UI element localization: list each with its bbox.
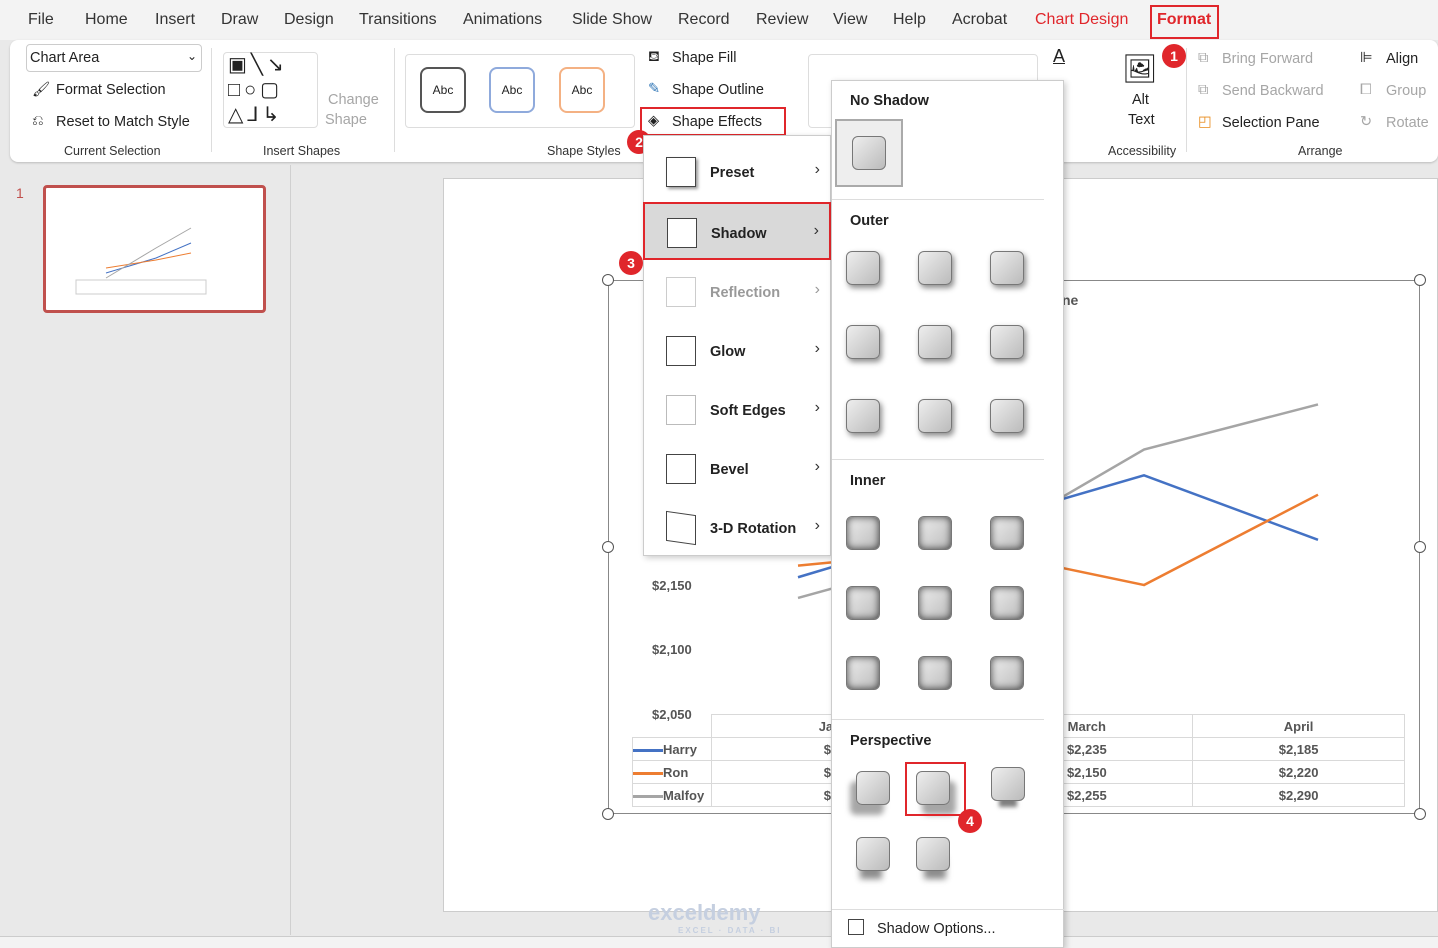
outer-shadow-option[interactable] [990, 399, 1024, 433]
preset-icon [666, 157, 696, 187]
step-badge: 4 [958, 809, 982, 833]
outer-shadow-option[interactable] [846, 251, 880, 285]
inner-shadow-option[interactable] [846, 516, 880, 550]
chevron-right-icon: › [814, 458, 820, 475]
step-badge: 3 [619, 251, 643, 275]
series-name: Malfoy [663, 787, 705, 803]
highlight-perspective [905, 762, 966, 816]
perspective-shadow-option[interactable] [856, 837, 890, 871]
resize-handle[interactable] [602, 541, 614, 553]
chevron-right-icon: › [814, 161, 820, 178]
inner-shadow-option[interactable] [918, 516, 952, 550]
chevron-right-icon: › [814, 281, 820, 298]
shadow-options-button[interactable]: Shadow Options... [877, 921, 996, 937]
section-heading: Perspective [850, 733, 932, 749]
section-heading: Outer [850, 213, 889, 229]
chevron-right-icon: › [813, 222, 819, 239]
inner-shadow-option[interactable] [918, 656, 952, 690]
menu-item-soft-edges[interactable]: Soft Edges › [644, 381, 830, 439]
inner-shadow-option[interactable] [990, 656, 1024, 690]
soft-edges-icon [666, 395, 696, 425]
glow-icon [666, 336, 696, 366]
series-name: Harry [663, 741, 697, 757]
menu-item-3d-rotation[interactable]: 3-D Rotation › [644, 499, 830, 557]
shadow-icon [667, 218, 697, 248]
resize-handle[interactable] [602, 274, 614, 286]
cell: $2,185 [1192, 737, 1405, 761]
bevel-icon [666, 454, 696, 484]
outer-shadow-option[interactable] [846, 325, 880, 359]
inner-shadow-option[interactable] [846, 656, 880, 690]
resize-handle[interactable] [1414, 274, 1426, 286]
series-name: Ron [663, 764, 689, 780]
shape-effects-menu: Preset › Shadow › Reflection › Glow › Soft E… [643, 135, 831, 556]
chevron-right-icon: › [814, 340, 820, 357]
perspective-shadow-option[interactable] [916, 837, 950, 871]
legend-key-harry [633, 748, 663, 752]
outer-shadow-option[interactable] [990, 325, 1024, 359]
outer-shadow-option[interactable] [918, 251, 952, 285]
outer-shadow-option[interactable] [990, 251, 1024, 285]
cell: $2,220 [1192, 760, 1405, 784]
resize-handle[interactable] [1414, 541, 1426, 553]
perspective-shadow-option[interactable] [991, 767, 1025, 801]
perspective-shadow-option[interactable] [856, 771, 890, 805]
chevron-right-icon: › [814, 399, 820, 416]
inner-shadow-option[interactable] [918, 586, 952, 620]
outer-shadow-option[interactable] [846, 399, 880, 433]
chevron-right-icon: › [814, 517, 820, 534]
watermark-logo: exceldemy EXCEL · DATA · BI [648, 900, 782, 935]
resize-handle[interactable] [1414, 808, 1426, 820]
reflection-icon [666, 277, 696, 307]
status-bar [0, 936, 1438, 948]
shadow-options-icon [848, 919, 864, 935]
no-shadow-option[interactable] [835, 119, 903, 187]
outer-shadow-option[interactable] [918, 399, 952, 433]
legend-key-ron [633, 771, 663, 775]
menu-item-glow[interactable]: Glow › [644, 322, 830, 380]
shadow-gallery: No Shadow Outer Inner Perspective Shadow… [831, 80, 1065, 948]
outer-shadow-option[interactable] [918, 325, 952, 359]
inner-shadow-option[interactable] [990, 586, 1024, 620]
menu-item-bevel[interactable]: Bevel › [644, 440, 830, 498]
cell: $2,290 [1192, 783, 1405, 807]
section-heading: Inner [850, 473, 886, 489]
inner-shadow-option[interactable] [990, 516, 1024, 550]
resize-handle[interactable] [602, 808, 614, 820]
menu-item-shadow[interactable]: Shadow › [643, 202, 831, 260]
legend-key-malfoy [633, 794, 663, 798]
3d-rotation-icon [666, 510, 696, 546]
section-heading: No Shadow [850, 93, 929, 109]
menu-item-preset[interactable]: Preset › [644, 143, 830, 201]
col-header: April [1192, 714, 1405, 738]
inner-shadow-option[interactable] [846, 586, 880, 620]
menu-item-reflection[interactable]: Reflection › [644, 263, 830, 321]
